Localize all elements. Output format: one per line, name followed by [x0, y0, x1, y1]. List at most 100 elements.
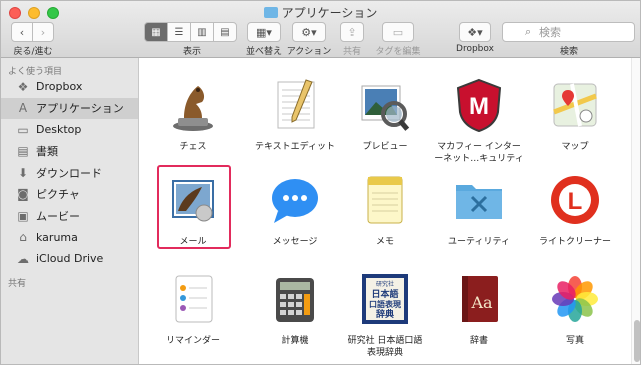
sidebar-item-label: 書類 — [36, 145, 58, 159]
photos-icon — [546, 270, 604, 328]
forward-button[interactable]: › — [32, 22, 54, 42]
dropbox-icon: ❖ — [17, 79, 29, 94]
app-item[interactable]: マップ — [528, 76, 622, 153]
app-label: 研究社 日本語口語 表現辞典 — [347, 336, 423, 358]
arrange-button[interactable]: ▦▾ — [247, 22, 281, 42]
toolbar: アプリケーション ‹ › 戻る/進む ▦ ☰ ▥ ▤ 表示 ▦▾ 並べ替え ⚙▾… — [1, 1, 640, 58]
sidebar: よく使う項目 ❖ Dropbox A アプリケーション ▭ Desktop ▤ 書類 ⬇ ダウンロ… — [1, 58, 139, 364]
share-icon: ⇪ — [347, 25, 357, 39]
shared-heading: 共有 — [8, 278, 27, 289]
home-icon: ⌂ — [19, 230, 27, 245]
tag-icon: ▭ — [392, 25, 404, 39]
app-item[interactable]: ユーティリティ — [432, 171, 526, 248]
app-label: メッセージ — [272, 237, 318, 247]
sidebar-item[interactable]: ◙ ピクチャ — [1, 184, 138, 206]
action-label: アクション — [286, 47, 332, 57]
desktop-icon: ▭ — [17, 122, 29, 137]
columns-icon: ▥ — [197, 26, 207, 38]
column-view-button[interactable]: ▥ — [190, 22, 214, 42]
sidebar-item-label: ピクチャ — [36, 188, 80, 202]
app-item[interactable]: M マカフィー インター ーネット…キュリティ — [432, 76, 526, 165]
sidebar-item[interactable]: ▭ Desktop — [1, 119, 138, 141]
sidebar-item-label: ダウンロード — [36, 166, 102, 180]
app-label: メモ — [375, 237, 394, 247]
svg-text:研究社: 研究社 — [376, 280, 394, 288]
app-item[interactable]: リマインダー — [146, 270, 240, 347]
selection-highlight-box — [157, 165, 231, 249]
app-label: テキストエディット — [254, 142, 336, 152]
app-item[interactable]: L ライトクリーナー — [528, 171, 622, 248]
view-label: 表示 — [182, 47, 201, 57]
app-item[interactable]: メッセージ — [248, 171, 342, 248]
app-label: 辞書 — [469, 336, 488, 346]
documents-icon: ▤ — [17, 144, 29, 159]
sidebar-item-label: ムービー — [36, 209, 80, 223]
app-item[interactable]: テキストエディット — [248, 76, 342, 153]
app-label: ユーティリティ — [448, 237, 510, 247]
dropbox-label: Dropbox — [456, 44, 494, 54]
grid-icon: ▦ — [151, 26, 161, 38]
sidebar-item-label: Dropbox — [36, 80, 83, 94]
dropbox-toolbar-button[interactable]: ❖▾ — [459, 22, 491, 42]
action-button[interactable]: ⚙▾ — [292, 22, 326, 42]
lite-cleaner-icon: L — [546, 171, 604, 229]
finder-window: アプリケーション ‹ › 戻る/進む ▦ ☰ ▥ ▤ 表示 ▦▾ 並べ替え ⚙▾… — [0, 0, 641, 365]
app-label: チェス — [179, 142, 207, 152]
share-label: 共有 — [342, 47, 361, 57]
movies-icon: ▣ — [17, 208, 29, 223]
sidebar-item[interactable]: ▤ 書類 — [1, 141, 138, 163]
utilities-folder-icon — [450, 171, 508, 229]
sidebar-item[interactable]: ❖ Dropbox — [1, 76, 138, 98]
sidebar-item-label: アプリケーション — [36, 102, 124, 116]
app-item[interactable]: Aa 辞書 — [432, 270, 526, 347]
app-label: マップ — [561, 142, 589, 152]
back-button[interactable]: ‹ — [11, 22, 33, 42]
notes-icon — [356, 171, 414, 229]
chess-icon — [164, 76, 222, 134]
maps-icon — [546, 76, 604, 134]
textedit-icon — [266, 76, 324, 134]
search-field[interactable]: ⌕ 検索 — [502, 22, 635, 42]
app-label: 計算機 — [281, 336, 309, 346]
applications-icon: A — [18, 101, 28, 116]
svg-text:辞典: 辞典 — [376, 308, 394, 320]
svg-text:M: M — [469, 93, 489, 120]
sidebar-item[interactable]: ⌂ karuma — [1, 227, 138, 249]
reminders-icon — [164, 270, 222, 328]
coverflow-icon: ▤ — [220, 26, 230, 38]
cover-flow-button[interactable]: ▤ — [213, 22, 237, 42]
svg-text:口語表現: 口語表現 — [369, 299, 401, 309]
kenkyusha-dictionary-icon: 研究社 日本語 口語表現 辞典 — [356, 270, 414, 328]
sidebar-item[interactable]: ▣ ムービー — [1, 205, 138, 227]
edit-tags-button[interactable]: ▭ — [382, 22, 414, 42]
vertical-scrollbar[interactable] — [631, 58, 640, 364]
edit-tags-label: タグを編集 — [375, 47, 421, 57]
back-forward-label: 戻る/進む — [13, 47, 53, 57]
icon-view-button[interactable]: ▦ — [144, 22, 168, 42]
scrollbar-thumb[interactable] — [634, 320, 640, 362]
app-item[interactable]: メモ — [338, 171, 432, 248]
app-item[interactable]: 写真 — [528, 270, 622, 347]
sidebar-item[interactable]: ⬇ ダウンロード — [1, 162, 138, 184]
calculator-icon — [266, 270, 324, 328]
app-item[interactable]: 研究社 日本語 口語表現 辞典研究社 日本語口語 表現辞典 — [338, 270, 432, 359]
icloud-icon: ☁ — [17, 251, 29, 266]
app-label: 写真 — [565, 336, 584, 346]
app-item[interactable]: プレビュー — [338, 76, 432, 153]
sidebar-item-label: iCloud Drive — [36, 252, 104, 266]
downloads-icon: ⬇ — [17, 165, 29, 180]
svg-text:L: L — [568, 188, 583, 215]
messages-icon — [266, 171, 324, 229]
app-item[interactable]: チェス — [146, 76, 240, 153]
arrange-label: 並べ替え — [245, 47, 282, 57]
sidebar-item[interactable]: ☁ iCloud Drive — [1, 248, 138, 270]
list-view-button[interactable]: ☰ — [167, 22, 191, 42]
search-label: 検索 — [559, 47, 578, 57]
favorites-heading: よく使う項目 — [8, 67, 63, 77]
share-button[interactable]: ⇪ — [340, 22, 364, 42]
sidebar-item[interactable]: A アプリケーション — [1, 97, 138, 119]
dropbox-icon: ❖▾ — [467, 25, 483, 39]
svg-text:Aa: Aa — [470, 293, 493, 312]
app-item[interactable]: 計算機 — [248, 270, 342, 347]
pictures-icon: ◙ — [17, 187, 29, 202]
